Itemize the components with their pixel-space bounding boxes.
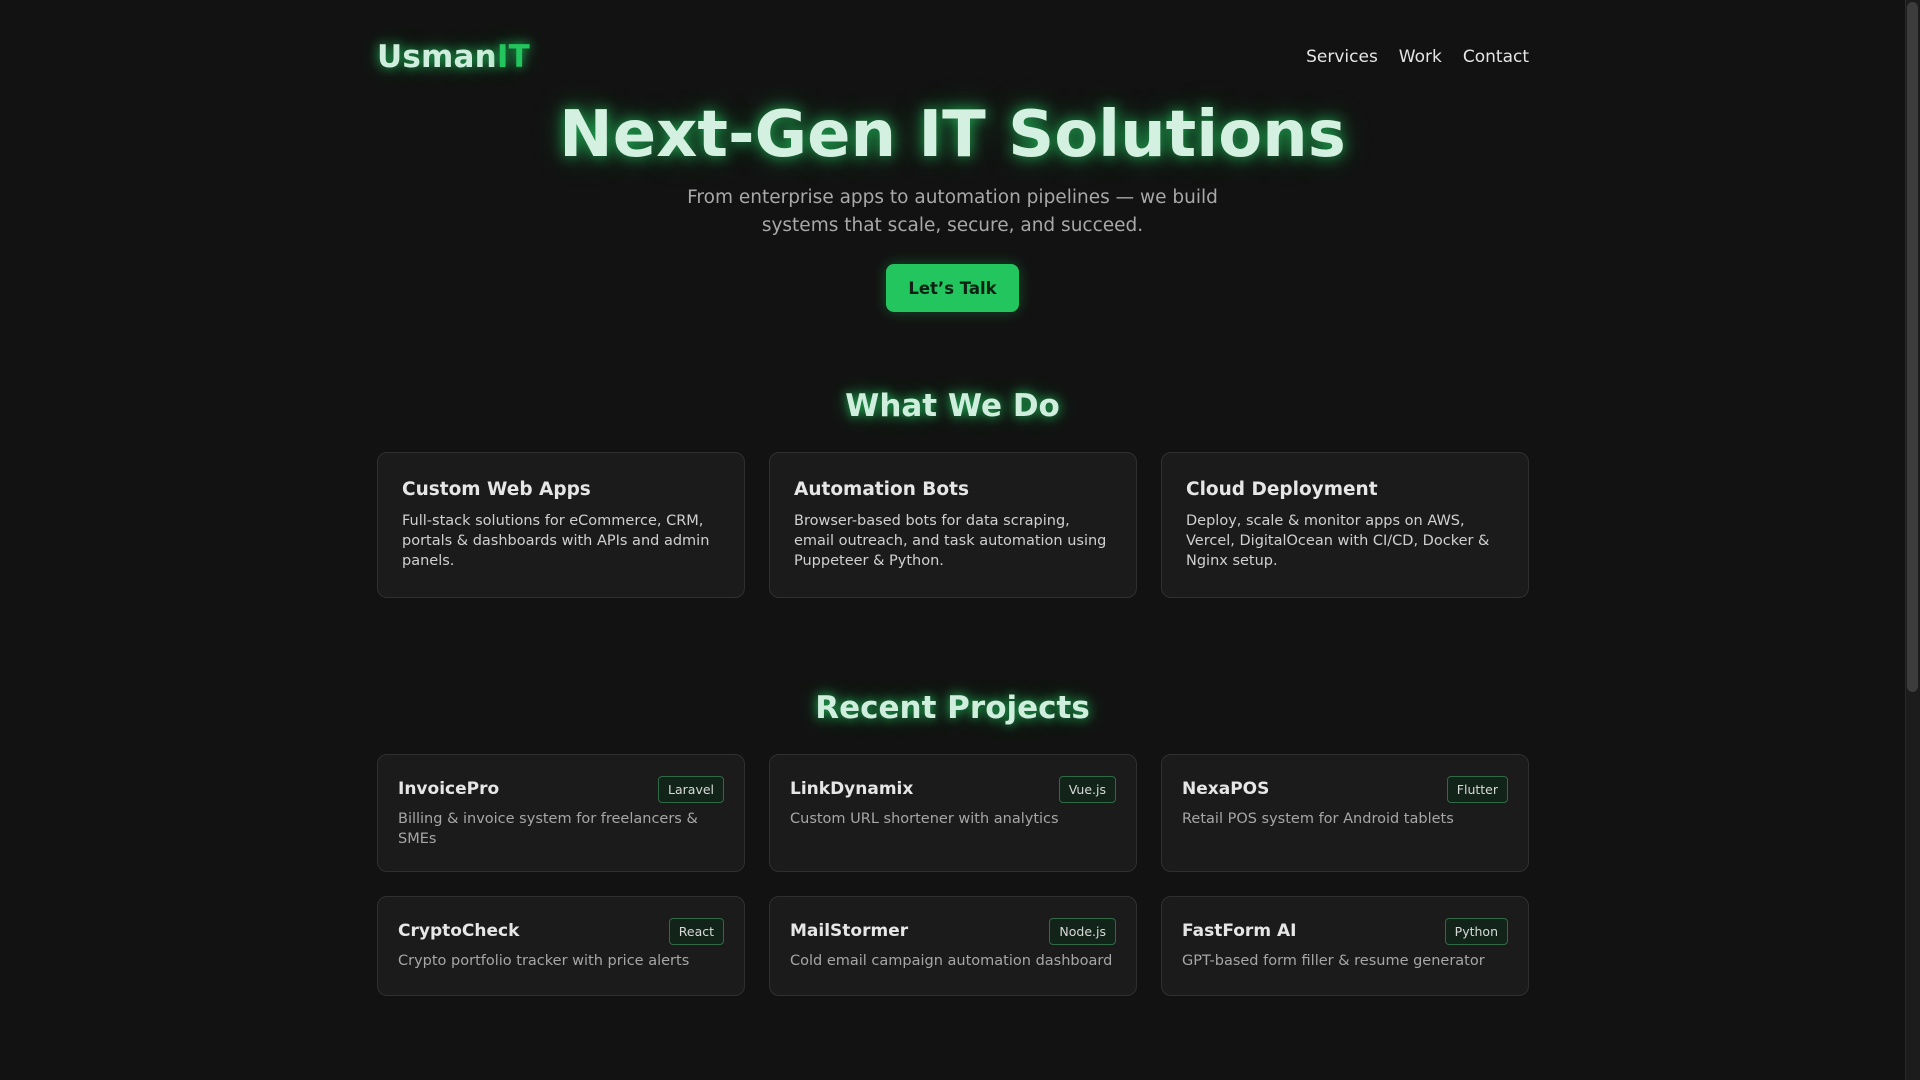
- project-card-header: MailStormer Node.js: [790, 917, 1116, 945]
- page: UsmanIT Services Work Contact Next-Gen I…: [0, 0, 1920, 1080]
- project-card-header: NexaPOS Flutter: [1182, 775, 1508, 803]
- brand-logo[interactable]: UsmanIT: [377, 39, 530, 75]
- site-header: UsmanIT Services Work Contact: [377, 36, 1529, 78]
- project-name: LinkDynamix: [790, 779, 914, 799]
- nav-link-services[interactable]: Services: [1306, 47, 1378, 67]
- service-card-title: Automation Bots: [794, 479, 969, 500]
- project-card-linkdynamix[interactable]: LinkDynamix Vue.js Custom URL shortener …: [769, 754, 1137, 872]
- project-name: CryptoCheck: [398, 921, 520, 941]
- project-name: MailStormer: [790, 921, 909, 941]
- project-card-cryptocheck[interactable]: CryptoCheck React Crypto portfolio track…: [377, 896, 745, 996]
- project-card-header: LinkDynamix Vue.js: [790, 775, 1116, 803]
- project-desc: Crypto portfolio tracker with price aler…: [398, 953, 690, 969]
- service-card-desc: Browser-based bots for data scraping, em…: [794, 513, 1107, 569]
- nav-link-contact[interactable]: Contact: [1463, 47, 1529, 67]
- project-card-invoicepro[interactable]: InvoicePro Laravel Billing & invoice sys…: [377, 754, 745, 872]
- project-desc: Custom URL shortener with analytics: [790, 811, 1059, 827]
- scrollbar-thumb[interactable]: [1907, 2, 1918, 692]
- project-card-header: CryptoCheck React: [398, 917, 724, 945]
- project-name: FastForm AI: [1182, 921, 1297, 941]
- project-desc: Billing & invoice system for freelancers…: [398, 811, 698, 847]
- services-grid: Custom Web Apps Full-stack solutions for…: [377, 452, 1529, 598]
- projects-grid: InvoicePro Laravel Billing & invoice sys…: [377, 754, 1529, 996]
- project-desc: Cold email campaign automation dashboard: [790, 953, 1113, 969]
- project-desc: GPT-based form filler & resume generator: [1182, 953, 1485, 969]
- project-card-nexapos[interactable]: NexaPOS Flutter Retail POS system for An…: [1161, 754, 1529, 872]
- service-card-title: Cloud Deployment: [1186, 479, 1378, 500]
- main-nav: Services Work Contact: [1306, 47, 1529, 67]
- project-card-header: FastForm AI Python: [1182, 917, 1508, 945]
- vertical-scrollbar[interactable]: [1905, 0, 1920, 1080]
- tech-badge: Node.js: [1049, 917, 1116, 945]
- services-section-title: What We Do: [845, 388, 1060, 424]
- brand-name-accent: IT: [496, 39, 531, 75]
- project-name: NexaPOS: [1182, 779, 1270, 799]
- project-card-header: InvoicePro Laravel: [398, 775, 724, 803]
- tech-badge: React: [668, 917, 724, 945]
- tech-badge: Laravel: [658, 775, 724, 803]
- project-name: InvoicePro: [398, 779, 500, 799]
- lets-talk-button[interactable]: Let’s Talk: [886, 264, 1019, 312]
- project-desc: Retail POS system for Android tablets: [1182, 811, 1454, 827]
- hero-title: Next-Gen IT Solutions: [559, 98, 1346, 172]
- hero-subtitle: From enterprise apps to automation pipel…: [687, 187, 1218, 236]
- projects-section-title: Recent Projects: [815, 690, 1090, 726]
- service-card-desc: Deploy, scale & monitor apps on AWS, Ver…: [1186, 513, 1490, 569]
- tech-badge: Flutter: [1446, 775, 1508, 803]
- service-card-title: Custom Web Apps: [402, 479, 591, 500]
- tech-badge: Vue.js: [1058, 775, 1116, 803]
- nav-link-work[interactable]: Work: [1399, 47, 1442, 67]
- project-card-fastform-ai[interactable]: FastForm AI Python GPT-based form filler…: [1161, 896, 1529, 996]
- tech-badge: Python: [1444, 917, 1508, 945]
- service-card-cloud-deployment: Cloud Deployment Deploy, scale & monitor…: [1161, 452, 1529, 598]
- service-card-desc: Full-stack solutions for eCommerce, CRM,…: [402, 513, 710, 569]
- brand-name-main: Usman: [377, 39, 497, 75]
- service-card-automation-bots: Automation Bots Browser-based bots for d…: [769, 452, 1137, 598]
- service-card-web-apps: Custom Web Apps Full-stack solutions for…: [377, 452, 745, 598]
- project-card-mailstormer[interactable]: MailStormer Node.js Cold email campaign …: [769, 896, 1137, 996]
